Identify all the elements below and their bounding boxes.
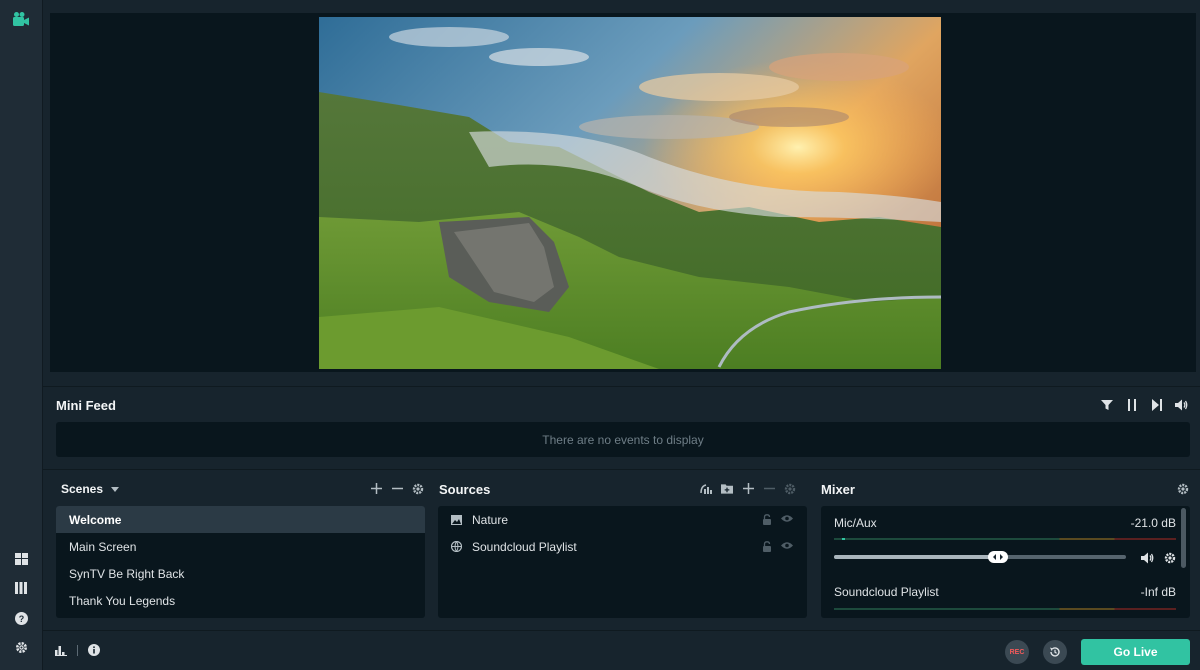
source-settings-icon[interactable] bbox=[784, 482, 796, 495]
footer-divider bbox=[77, 644, 78, 656]
source-name: Nature bbox=[472, 512, 509, 527]
source-item[interactable]: Nature bbox=[438, 506, 807, 533]
eye-icon[interactable] bbox=[781, 514, 793, 523]
source-actions bbox=[762, 514, 793, 525]
sources-actions bbox=[700, 482, 796, 495]
video-camera-icon[interactable] bbox=[12, 10, 30, 28]
volume-meter bbox=[834, 538, 1176, 540]
volume-slider-fill bbox=[834, 555, 998, 559]
source-name: Soundcloud Playlist bbox=[472, 539, 577, 554]
help-icon[interactable]: ? bbox=[12, 609, 30, 627]
filter-icon[interactable] bbox=[1100, 398, 1113, 411]
settings-icon[interactable] bbox=[12, 638, 30, 656]
stream-preview bbox=[43, 0, 1200, 392]
mixer-channel-db: -21.0 dB bbox=[1130, 516, 1176, 530]
volume-slider[interactable] bbox=[834, 551, 1126, 563]
info-icon[interactable] bbox=[88, 644, 100, 656]
add-folder-icon[interactable] bbox=[721, 482, 733, 495]
layout-icon[interactable] bbox=[12, 550, 30, 568]
mini-feed-title: Mini Feed bbox=[56, 398, 116, 413]
mini-feed-empty-message: There are no events to display bbox=[56, 422, 1190, 457]
record-button[interactable]: REC bbox=[1005, 640, 1029, 664]
mixer-title: Mixer bbox=[821, 482, 855, 497]
add-source-icon[interactable] bbox=[742, 482, 754, 495]
nature-scene-image bbox=[319, 17, 941, 369]
skip-icon[interactable] bbox=[1150, 398, 1163, 411]
globe-icon bbox=[450, 541, 462, 553]
mini-feed-controls bbox=[1100, 398, 1188, 411]
mixer-channel-name: Mic/Aux bbox=[834, 516, 877, 530]
sources-list: Nature Soundcloud Playlist bbox=[438, 506, 807, 618]
add-scene-icon[interactable] bbox=[370, 482, 382, 495]
caret-down-icon bbox=[111, 486, 120, 492]
remove-source-icon[interactable] bbox=[763, 482, 775, 495]
mute-icon[interactable] bbox=[1141, 552, 1154, 564]
scene-item[interactable]: Main Screen bbox=[56, 533, 425, 560]
lock-icon[interactable] bbox=[762, 541, 772, 552]
columns-icon[interactable] bbox=[12, 579, 30, 597]
preview-canvas bbox=[50, 13, 1196, 372]
sources-title: Sources bbox=[439, 482, 491, 497]
performance-icon[interactable] bbox=[55, 645, 67, 656]
footer-bar: REC Go Live bbox=[43, 630, 1200, 670]
mini-feed-panel: Mini Feed There are no events to display bbox=[43, 386, 1200, 476]
scenes-header[interactable]: Scenes bbox=[61, 482, 120, 496]
scenes-list: Welcome Main Screen SynTV Be Right Back … bbox=[56, 506, 425, 618]
svg-text:?: ? bbox=[18, 614, 24, 624]
mixer-channel-db: -Inf dB bbox=[1140, 585, 1176, 599]
pause-icon[interactable] bbox=[1125, 398, 1138, 411]
side-nav: ? bbox=[0, 0, 43, 670]
app-window: ? Mini Feed There are no events to displ… bbox=[0, 0, 1200, 670]
scene-item[interactable]: Thank You Legends bbox=[56, 587, 425, 614]
image-icon bbox=[450, 514, 462, 526]
audio-settings-icon[interactable] bbox=[700, 482, 712, 495]
replay-buffer-button[interactable] bbox=[1043, 640, 1067, 664]
scene-item[interactable]: Welcome bbox=[56, 506, 425, 533]
eye-icon[interactable] bbox=[781, 541, 793, 550]
mixer-panel: Mic/Aux -21.0 dB Soundcloud Playlist -In… bbox=[821, 506, 1190, 618]
source-item[interactable]: Soundcloud Playlist bbox=[438, 533, 807, 560]
volume-slider-knob[interactable] bbox=[987, 551, 1008, 563]
channel-settings-icon[interactable] bbox=[1164, 552, 1176, 564]
replay-icon bbox=[1050, 647, 1060, 657]
scenes-actions bbox=[370, 482, 424, 495]
volume-icon[interactable] bbox=[1175, 398, 1188, 411]
footer-left bbox=[55, 644, 100, 656]
volume-meter bbox=[834, 608, 1176, 610]
mixer-channel-name: Soundcloud Playlist bbox=[834, 585, 939, 599]
lock-icon[interactable] bbox=[762, 514, 772, 525]
scenes-title: Scenes bbox=[61, 482, 104, 496]
scene-settings-icon[interactable] bbox=[412, 482, 424, 495]
mixer-settings-icon[interactable] bbox=[1177, 482, 1189, 495]
remove-scene-icon[interactable] bbox=[391, 482, 403, 495]
mixer-actions bbox=[1177, 482, 1189, 495]
editor-panels: Scenes Welcome Main Screen SynTV Be Righ… bbox=[43, 469, 1200, 629]
scene-item[interactable]: SynTV Be Right Back bbox=[56, 560, 425, 587]
mixer-scrollbar[interactable] bbox=[1181, 508, 1186, 568]
source-actions bbox=[762, 541, 793, 552]
go-live-button[interactable]: Go Live bbox=[1081, 639, 1190, 665]
